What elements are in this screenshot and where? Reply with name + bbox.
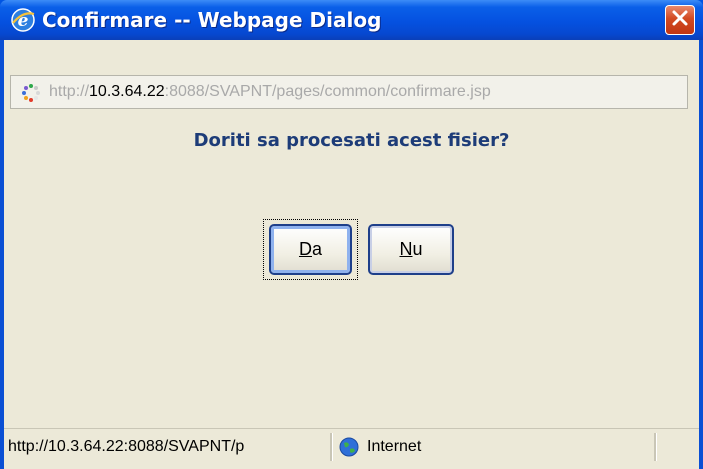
- address-bar: http://10.3.64.22:8088/SVAPNT/pages/comm…: [10, 75, 688, 109]
- status-separator: [330, 433, 333, 461]
- address-url: http://10.3.64.22:8088/SVAPNT/pages/comm…: [49, 76, 491, 108]
- yes-label-rest: a: [311, 239, 322, 259]
- dialog-window: e Confirmare -- Webpage Dialog http://10…: [0, 0, 703, 469]
- close-button[interactable]: [665, 5, 695, 35]
- yes-button[interactable]: Da: [269, 224, 352, 275]
- loading-icon: [21, 83, 41, 103]
- no-button[interactable]: Nu: [368, 224, 454, 275]
- status-url: http://10.3.64.22:8088/SVAPNT/p: [8, 438, 245, 455]
- title-bar[interactable]: e Confirmare -- Webpage Dialog: [0, 0, 703, 40]
- yes-accesskey: D: [298, 239, 312, 259]
- security-zone: Internet: [367, 438, 422, 455]
- no-label-rest: u: [412, 239, 423, 259]
- confirmation-question: Doriti sa procesati acest fisier?: [193, 130, 510, 151]
- window-frame-right: [699, 40, 703, 469]
- address-path: :8088/SVAPNT/pages/common/confirmare.jsp: [164, 83, 491, 100]
- close-icon: [671, 9, 689, 31]
- address-host: 10.3.64.22: [89, 83, 165, 100]
- status-separator: [654, 433, 657, 461]
- window-title: Confirmare -- Webpage Dialog: [42, 8, 382, 32]
- no-accesskey: N: [399, 239, 413, 259]
- globe-icon: [339, 437, 359, 457]
- ie-icon: e: [10, 7, 36, 33]
- status-bar: http://10.3.64.22:8088/SVAPNT/p Internet: [4, 428, 699, 465]
- address-prefix: http://: [49, 83, 90, 100]
